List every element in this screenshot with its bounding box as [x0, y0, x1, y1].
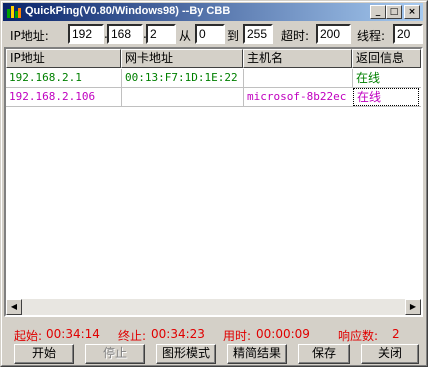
- range-to-input[interactable]: 255: [243, 24, 273, 44]
- end-time-value: 00:34:23: [151, 327, 205, 341]
- column-header-mac[interactable]: 网卡地址: [121, 49, 243, 68]
- row-response: 在线: [352, 69, 421, 87]
- column-header-ip[interactable]: IP地址: [6, 49, 121, 68]
- scroll-left-icon[interactable]: ◀: [6, 299, 22, 315]
- elapsed-time-label: 用时:: [223, 329, 252, 343]
- scroll-right-icon[interactable]: ▶: [405, 299, 421, 315]
- end-time-label: 终止:: [118, 329, 147, 343]
- start-time-label: 起始:: [14, 329, 43, 343]
- row-hostname: microsof-8b22ec: [243, 88, 352, 106]
- threads-label: 线程:: [357, 29, 386, 43]
- elapsed-time-value: 00:00:09: [256, 327, 310, 341]
- table-row[interactable]: 192.168.2.1 00:13:F7:1D:1E:22 在线: [6, 69, 421, 88]
- ip-octet-2-input[interactable]: 168: [107, 24, 143, 44]
- ip-address-label: IP地址:: [10, 29, 49, 43]
- graph-mode-button[interactable]: 图形模式: [156, 344, 216, 364]
- timeout-label: 超时:: [281, 29, 310, 43]
- window-title: QuickPing(V0.80/Windows98) --By CBB: [25, 5, 231, 17]
- row-mac: 00:13:F7:1D:1E:22: [121, 69, 243, 87]
- range-from-input[interactable]: 0: [195, 24, 225, 44]
- results-list[interactable]: IP地址 网卡地址 主机名 返回信息 192.168.2.1 00:13:F7:…: [4, 47, 423, 317]
- ip-octet-1-input[interactable]: 192: [68, 24, 104, 44]
- row-mac: [121, 88, 243, 106]
- minimize-button[interactable]: _: [370, 5, 386, 19]
- close-window-button[interactable]: ×: [404, 5, 420, 19]
- ip-octet-3-input[interactable]: 2: [146, 24, 176, 44]
- app-icon: [7, 6, 21, 18]
- start-button[interactable]: 开始: [14, 344, 74, 364]
- timeout-input[interactable]: 200: [316, 24, 351, 44]
- row-ip: 192.168.2.1: [9, 71, 82, 84]
- start-time-value: 00:34:14: [46, 327, 100, 341]
- row-ip: 192.168.2.106: [9, 90, 96, 103]
- column-header-hostname[interactable]: 主机名: [243, 49, 352, 68]
- maximize-button[interactable]: □: [386, 5, 402, 19]
- column-header-response[interactable]: 返回信息: [352, 49, 421, 68]
- range-from-label: 从: [179, 29, 192, 43]
- summary-results-button[interactable]: 精简结果: [227, 344, 287, 364]
- range-to-label: 到: [227, 29, 240, 43]
- response-count-label: 响应数:: [338, 329, 379, 343]
- title-bar[interactable]: QuickPing(V0.80/Windows98) --By CBB _ □ …: [3, 3, 423, 21]
- table-row[interactable]: 192.168.2.106 microsof-8b22ec 在线: [6, 88, 421, 107]
- horizontal-scrollbar[interactable]: ◀ ▶: [6, 299, 421, 315]
- row-hostname: [243, 69, 352, 87]
- close-button[interactable]: 关闭: [361, 344, 419, 364]
- response-count-value: 2: [392, 327, 400, 341]
- save-button[interactable]: 保存: [298, 344, 350, 364]
- threads-input[interactable]: 20: [393, 24, 423, 44]
- stop-button[interactable]: 停止: [85, 344, 145, 364]
- row-response: 在线: [353, 88, 419, 106]
